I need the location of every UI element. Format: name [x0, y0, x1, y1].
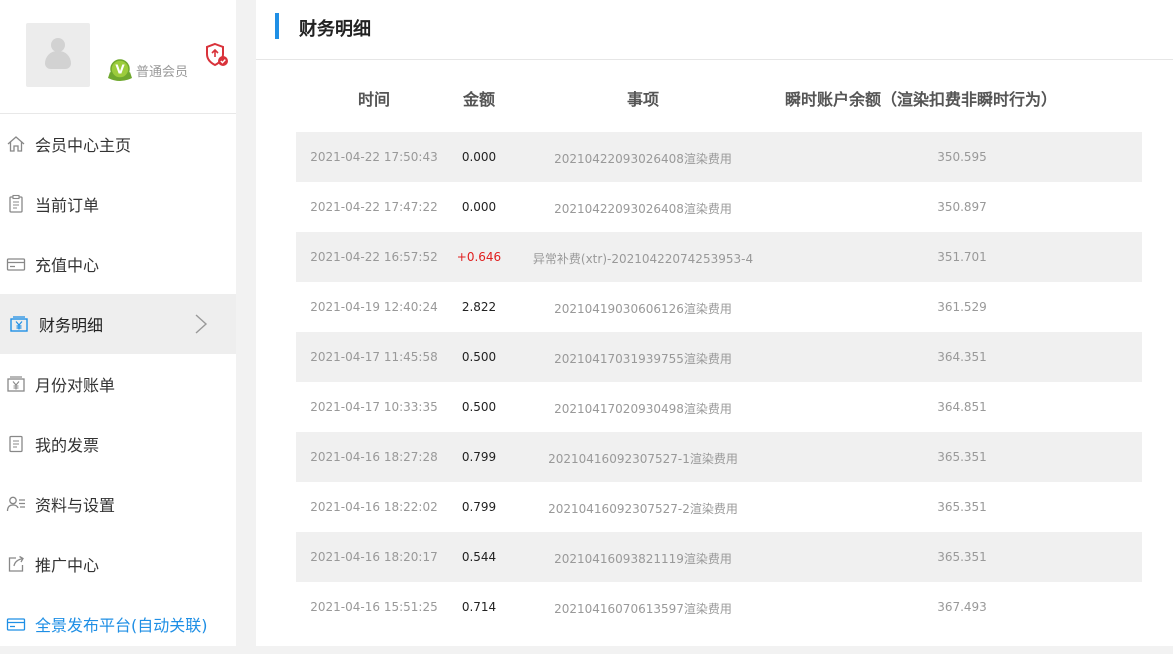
amount-cell: 2.822	[461, 300, 497, 314]
sidebar-item-monthly-statement[interactable]: 月份对账单	[0, 354, 236, 414]
card-icon	[6, 258, 26, 271]
sidebar-item-label: 推广中心	[35, 556, 100, 575]
sidebar: V 普通会员 会员中心主页 当前订单 充值中心 财务明细 月份对账单 我的发票 …	[0, 0, 236, 646]
balance-cell: 351.701	[937, 250, 987, 264]
card-icon	[6, 618, 26, 631]
avatar[interactable]	[26, 23, 90, 87]
sidebar-item-label: 资料与设置	[35, 496, 116, 515]
profile-panel: V 普通会员	[0, 0, 236, 114]
home-icon	[7, 136, 25, 152]
table-row: 2021-04-16 18:20:17 0.544 2021041609382111…	[296, 532, 1142, 582]
table-row: 2021-04-16 18:22:02 0.799 2021041609230752…	[296, 482, 1142, 532]
amount-cell: 0.500	[461, 400, 497, 414]
sidebar-item-current-orders[interactable]: 当前订单	[0, 174, 236, 234]
invoice-icon	[9, 435, 23, 453]
sidebar-item-label: 当前订单	[35, 196, 100, 215]
amount-cell: 0.714	[461, 600, 497, 614]
sidebar-item-label: 充值中心	[35, 256, 100, 275]
yen-box-icon	[10, 316, 28, 332]
yen-box-icon	[7, 376, 25, 392]
table-header: 时间 金额 事项 瞬时账户余额（渲染扣费非瞬时行为）	[296, 78, 1142, 118]
sidebar-nav: 会员中心主页 当前订单 充值中心 财务明细 月份对账单 我的发票 资料与设置 推…	[0, 114, 236, 654]
balance-cell: 365.351	[937, 450, 987, 464]
time-cell: 2021-04-16 18:27:28	[310, 450, 438, 464]
column-header-balance: 瞬时账户余额（渲染扣费非瞬时行为）	[784, 90, 1057, 109]
time-cell: 2021-04-17 10:33:35	[310, 400, 438, 414]
time-cell: 2021-04-22 16:57:52	[310, 250, 438, 264]
sidebar-item-label: 会员中心主页	[35, 136, 132, 155]
item-cell: 20210417020930498渲染费用	[554, 402, 732, 416]
amount-cell: 0.544	[461, 550, 497, 564]
table-row: 2021-04-17 11:45:58 0.500 2021041703193975…	[296, 332, 1142, 382]
time-cell: 2021-04-22 17:47:22	[310, 200, 438, 214]
item-cell: 20210416092307527-2渲染费用	[548, 502, 738, 516]
time-cell: 2021-04-16 15:51:25	[310, 600, 438, 614]
table-row: 2021-04-22 17:50:43 0.000 2021042209302640…	[296, 132, 1142, 182]
sidebar-item-finance-details[interactable]: 财务明细	[0, 294, 236, 354]
balance-cell: 364.351	[937, 350, 987, 364]
balance-cell: 365.351	[937, 500, 987, 514]
amount-cell: 0.799	[461, 450, 497, 464]
item-cell: 20210416092307527-1渲染费用	[548, 452, 738, 466]
time-cell: 2021-04-22 17:50:43	[310, 150, 438, 164]
item-cell: 20210416070613597渲染费用	[554, 602, 732, 616]
table-row: 2021-04-16 15:51:25 0.714 2021041607061359…	[296, 582, 1142, 632]
sidebar-item-profile-settings[interactable]: 资料与设置	[0, 474, 236, 534]
time-cell: 2021-04-16 18:20:17	[310, 550, 438, 564]
sidebar-item-promotion-center[interactable]: 推广中心	[0, 534, 236, 594]
item-cell: 异常补费(xtr)-20210422074253953-4	[532, 252, 754, 266]
amount-cell: 0.000	[461, 150, 497, 164]
table-row: 2021-04-22 17:47:22 0.000 2021042209302640…	[296, 182, 1142, 232]
balance-cell: 350.595	[937, 150, 987, 164]
column-header-item: 事项	[626, 90, 659, 109]
transactions-table: 2021-04-22 17:50:43 0.000 2021042209302640…	[296, 132, 1142, 632]
sidebar-item-label: 财务明细	[39, 316, 104, 335]
sidebar-item-panorama-platform[interactable]: 全景发布平台(自动关联)	[0, 594, 236, 654]
column-header-amount: 金额	[462, 90, 495, 109]
item-cell: 20210419030606126渲染费用	[554, 302, 732, 316]
sidebar-item-label: 月份对账单	[35, 376, 116, 395]
chevron-right-icon	[195, 314, 208, 334]
title-bar: 财务明细	[256, 0, 1173, 60]
item-cell: 20210422093026408渲染费用	[554, 202, 732, 216]
balance-cell: 364.851	[937, 400, 987, 414]
balance-cell: 365.351	[937, 550, 987, 564]
item-cell: 20210422093026408渲染费用	[554, 152, 732, 166]
svg-text:V: V	[115, 63, 125, 77]
sidebar-item-label: 我的发票	[35, 436, 100, 455]
amount-cell: 0.500	[461, 350, 497, 364]
sidebar-item-recharge[interactable]: 充值中心	[0, 234, 236, 294]
amount-cell: 0.000	[461, 200, 497, 214]
amount-cell: +0.646	[456, 250, 502, 264]
clipboard-icon	[9, 194, 23, 213]
time-cell: 2021-04-17 11:45:58	[310, 350, 438, 364]
table-row: 2021-04-17 10:33:35 0.500 2021041702093049…	[296, 382, 1142, 432]
item-cell: 20210417031939755渲染费用	[554, 352, 732, 366]
balance-cell: 367.493	[937, 600, 987, 614]
page-title: 财务明细	[299, 19, 371, 40]
table-row: 2021-04-19 12:40:24 2.822 2021041903060612…	[296, 282, 1142, 332]
security-shield-icon[interactable]	[204, 42, 230, 68]
member-level-label: 普通会员	[136, 65, 189, 80]
user-settings-icon	[6, 496, 25, 512]
main-panel: 财务明细 时间 金额 事项 瞬时账户余额（渲染扣费非瞬时行为） 2021-04-…	[256, 0, 1173, 646]
vip-badge-icon: V	[108, 59, 132, 81]
item-cell: 20210416093821119渲染费用	[554, 552, 732, 566]
share-icon	[8, 555, 24, 572]
time-cell: 2021-04-19 12:40:24	[310, 300, 438, 314]
title-accent-bar	[275, 13, 279, 39]
balance-cell: 361.529	[937, 300, 987, 314]
table-row: 2021-04-16 18:27:28 0.799 2021041609230752…	[296, 432, 1142, 482]
balance-cell: 350.897	[937, 200, 987, 214]
sidebar-item-label: 全景发布平台(自动关联)	[35, 616, 208, 635]
amount-cell: 0.799	[461, 500, 497, 514]
sidebar-item-my-invoices[interactable]: 我的发票	[0, 414, 236, 474]
table-row: 2021-04-22 16:57:52 +0.646 异常补费(xtr)-20210…	[296, 232, 1142, 282]
sidebar-item-member-home[interactable]: 会员中心主页	[0, 114, 236, 174]
time-cell: 2021-04-16 18:22:02	[310, 500, 438, 514]
column-header-time: 时间	[357, 90, 390, 109]
